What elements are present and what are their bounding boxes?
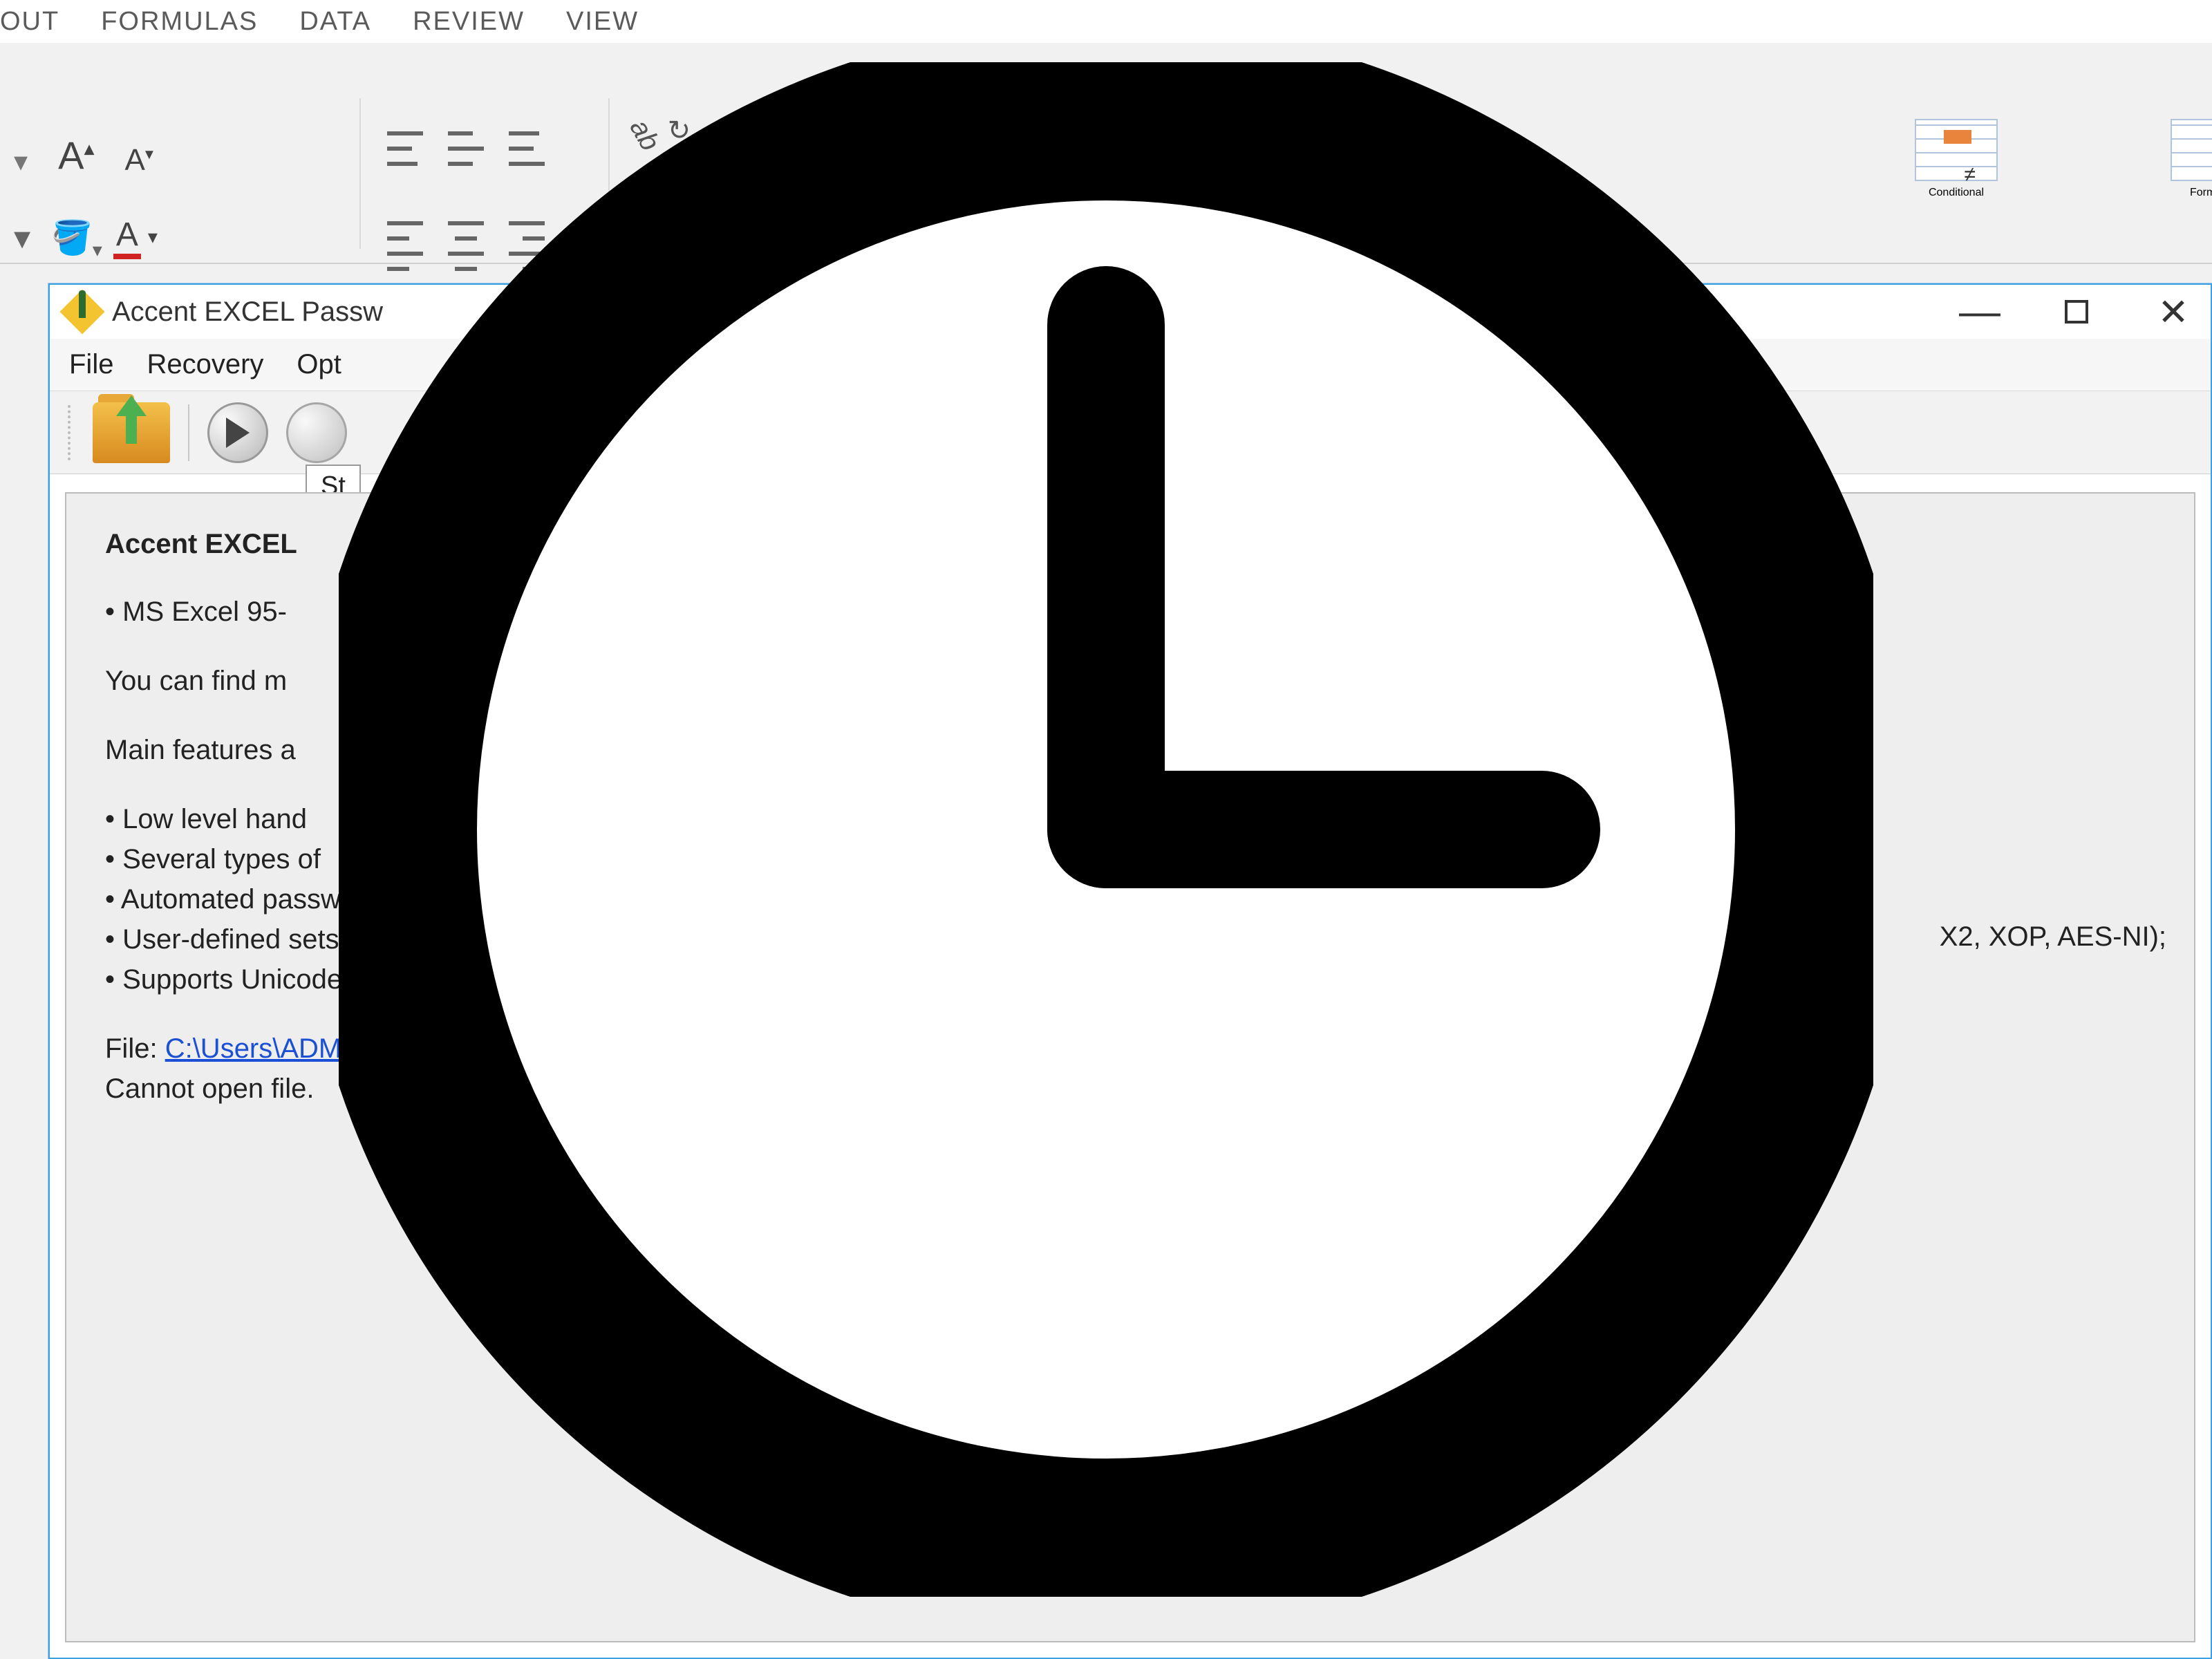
maximize-button[interactable] [2056,291,2097,332]
window-controls: — ✕ [1959,291,2194,332]
conditional-formatting-icon: ≠ [1915,119,1998,181]
fill-color-icon[interactable]: 🪣▾ [51,218,93,257]
format-label: Format a [2171,187,2212,199]
clock-overlay-icon [339,62,1873,1597]
minimize-button[interactable]: — [1959,291,2000,332]
conditional-formatting-button[interactable]: ≠ Conditional [1915,119,1998,199]
open-file-button[interactable] [93,402,170,463]
font-size-controls: ▾ A▴ A▾ [14,133,153,178]
format-as-table-button[interactable]: Format a [2171,119,2212,199]
ribbon-tab-out[interactable]: OUT [0,7,59,37]
font-color-icon[interactable]: A▾ [113,216,141,259]
ribbon-tabs: OUT FORMULAS DATA REVIEW VIEW [0,0,2212,43]
toolbar-button[interactable] [286,402,347,463]
close-button[interactable]: ✕ [2153,291,2194,332]
decrease-font-icon[interactable]: A▾ [125,143,153,178]
app-icon [66,296,98,328]
ribbon-tab-view[interactable]: VIEW [566,7,639,37]
start-button[interactable] [207,402,268,463]
feature-fragment: X2, XOP, AES-NI); [1940,917,2166,957]
file-label: File: [105,1033,165,1064]
ribbon-tab-data[interactable]: DATA [299,7,371,37]
menu-recovery[interactable]: Recovery [147,349,263,380]
border-dropdown-icon[interactable]: ▾ [14,218,30,257]
increase-font-icon[interactable]: A▴ [58,133,94,178]
font-size-dropdown-icon[interactable]: ▾ [14,146,28,178]
upload-arrow-icon [119,395,144,444]
menu-file[interactable]: File [69,349,113,380]
ribbon-tab-formulas[interactable]: FORMULAS [101,7,258,37]
menu-options[interactable]: Opt [297,349,341,380]
toolbar-separator [188,404,189,461]
play-icon [226,418,250,448]
toolbar-grip-icon[interactable] [68,405,75,460]
font-style-controls: ▾ 🪣▾ A▾ [14,216,141,259]
format-as-table-icon [2171,119,2212,181]
conditional-label: Conditional [1915,187,1998,199]
ribbon-tab-review[interactable]: REVIEW [413,7,525,37]
